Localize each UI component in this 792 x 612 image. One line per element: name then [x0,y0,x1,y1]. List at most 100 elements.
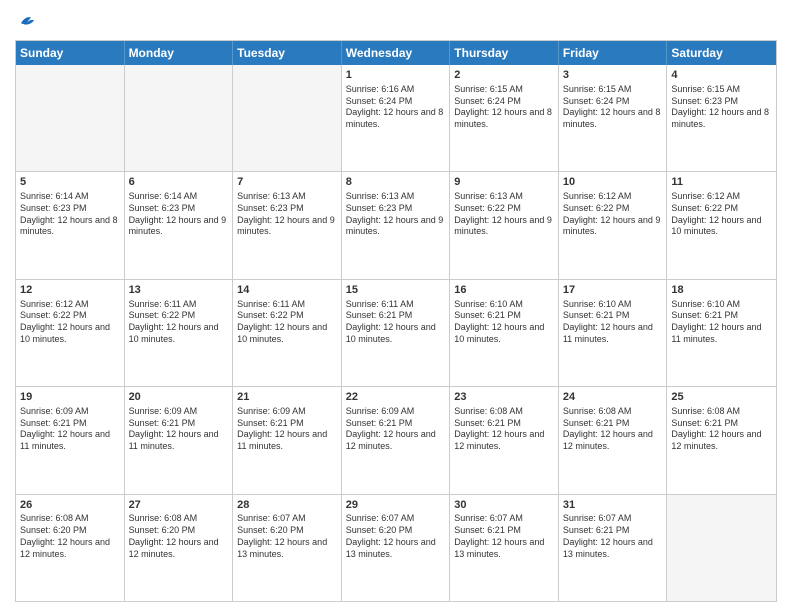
calendar-row: 1Sunrise: 6:16 AMSunset: 6:24 PMDaylight… [16,65,776,171]
day-info: Sunrise: 6:09 AMSunset: 6:21 PMDaylight:… [237,406,337,453]
day-info: Sunrise: 6:10 AMSunset: 6:21 PMDaylight:… [563,299,663,346]
day-info: Sunrise: 6:16 AMSunset: 6:24 PMDaylight:… [346,84,446,131]
day-cell: 18Sunrise: 6:10 AMSunset: 6:21 PMDayligh… [667,280,776,386]
day-info: Sunrise: 6:10 AMSunset: 6:21 PMDaylight:… [671,299,772,346]
day-number: 15 [346,283,446,298]
day-number: 11 [671,175,772,190]
day-cell [667,495,776,601]
day-info: Sunrise: 6:12 AMSunset: 6:22 PMDaylight:… [671,191,772,238]
header [15,10,777,32]
weekday-header: Tuesday [233,41,342,65]
day-number: 17 [563,283,663,298]
day-cell: 23Sunrise: 6:08 AMSunset: 6:21 PMDayligh… [450,387,559,493]
day-cell: 26Sunrise: 6:08 AMSunset: 6:20 PMDayligh… [16,495,125,601]
day-number: 10 [563,175,663,190]
day-number: 13 [129,283,229,298]
day-cell: 2Sunrise: 6:15 AMSunset: 6:24 PMDaylight… [450,65,559,171]
day-cell: 3Sunrise: 6:15 AMSunset: 6:24 PMDaylight… [559,65,668,171]
day-cell: 17Sunrise: 6:10 AMSunset: 6:21 PMDayligh… [559,280,668,386]
day-number: 6 [129,175,229,190]
day-number: 24 [563,390,663,405]
day-number: 4 [671,68,772,83]
day-number: 19 [20,390,120,405]
day-cell: 12Sunrise: 6:12 AMSunset: 6:22 PMDayligh… [16,280,125,386]
day-cell: 5Sunrise: 6:14 AMSunset: 6:23 PMDaylight… [16,172,125,278]
calendar-header: SundayMondayTuesdayWednesdayThursdayFrid… [16,41,776,65]
day-number: 29 [346,498,446,513]
day-info: Sunrise: 6:07 AMSunset: 6:21 PMDaylight:… [563,513,663,560]
day-cell: 4Sunrise: 6:15 AMSunset: 6:23 PMDaylight… [667,65,776,171]
day-cell: 11Sunrise: 6:12 AMSunset: 6:22 PMDayligh… [667,172,776,278]
day-cell: 20Sunrise: 6:09 AMSunset: 6:21 PMDayligh… [125,387,234,493]
day-info: Sunrise: 6:07 AMSunset: 6:20 PMDaylight:… [346,513,446,560]
day-info: Sunrise: 6:14 AMSunset: 6:23 PMDaylight:… [129,191,229,238]
day-number: 2 [454,68,554,83]
day-number: 26 [20,498,120,513]
day-number: 16 [454,283,554,298]
day-info: Sunrise: 6:15 AMSunset: 6:24 PMDaylight:… [454,84,554,131]
weekday-header: Thursday [450,41,559,65]
day-number: 1 [346,68,446,83]
day-cell: 28Sunrise: 6:07 AMSunset: 6:20 PMDayligh… [233,495,342,601]
day-number: 9 [454,175,554,190]
weekday-header: Friday [559,41,668,65]
day-info: Sunrise: 6:08 AMSunset: 6:20 PMDaylight:… [129,513,229,560]
day-number: 14 [237,283,337,298]
day-info: Sunrise: 6:08 AMSunset: 6:21 PMDaylight:… [454,406,554,453]
day-info: Sunrise: 6:13 AMSunset: 6:23 PMDaylight:… [346,191,446,238]
weekday-header: Saturday [667,41,776,65]
calendar-row: 12Sunrise: 6:12 AMSunset: 6:22 PMDayligh… [16,279,776,386]
calendar: SundayMondayTuesdayWednesdayThursdayFrid… [15,40,777,602]
weekday-header: Wednesday [342,41,451,65]
day-info: Sunrise: 6:12 AMSunset: 6:22 PMDaylight:… [20,299,120,346]
day-info: Sunrise: 6:14 AMSunset: 6:23 PMDaylight:… [20,191,120,238]
day-number: 20 [129,390,229,405]
day-info: Sunrise: 6:08 AMSunset: 6:20 PMDaylight:… [20,513,120,560]
day-info: Sunrise: 6:08 AMSunset: 6:21 PMDaylight:… [671,406,772,453]
day-info: Sunrise: 6:13 AMSunset: 6:23 PMDaylight:… [237,191,337,238]
day-cell [233,65,342,171]
day-number: 21 [237,390,337,405]
day-cell: 8Sunrise: 6:13 AMSunset: 6:23 PMDaylight… [342,172,451,278]
day-info: Sunrise: 6:10 AMSunset: 6:21 PMDaylight:… [454,299,554,346]
day-info: Sunrise: 6:13 AMSunset: 6:22 PMDaylight:… [454,191,554,238]
day-cell: 19Sunrise: 6:09 AMSunset: 6:21 PMDayligh… [16,387,125,493]
day-number: 7 [237,175,337,190]
day-number: 30 [454,498,554,513]
day-info: Sunrise: 6:11 AMSunset: 6:21 PMDaylight:… [346,299,446,346]
day-number: 18 [671,283,772,298]
logo-icon [15,10,37,32]
day-info: Sunrise: 6:09 AMSunset: 6:21 PMDaylight:… [346,406,446,453]
day-number: 23 [454,390,554,405]
day-cell: 22Sunrise: 6:09 AMSunset: 6:21 PMDayligh… [342,387,451,493]
day-info: Sunrise: 6:08 AMSunset: 6:21 PMDaylight:… [563,406,663,453]
day-cell: 1Sunrise: 6:16 AMSunset: 6:24 PMDaylight… [342,65,451,171]
day-info: Sunrise: 6:15 AMSunset: 6:24 PMDaylight:… [563,84,663,131]
day-number: 27 [129,498,229,513]
day-cell: 25Sunrise: 6:08 AMSunset: 6:21 PMDayligh… [667,387,776,493]
day-number: 8 [346,175,446,190]
day-number: 31 [563,498,663,513]
day-cell: 30Sunrise: 6:07 AMSunset: 6:21 PMDayligh… [450,495,559,601]
day-number: 22 [346,390,446,405]
day-cell: 29Sunrise: 6:07 AMSunset: 6:20 PMDayligh… [342,495,451,601]
day-number: 12 [20,283,120,298]
day-info: Sunrise: 6:07 AMSunset: 6:21 PMDaylight:… [454,513,554,560]
day-number: 5 [20,175,120,190]
day-cell: 7Sunrise: 6:13 AMSunset: 6:23 PMDaylight… [233,172,342,278]
day-cell: 16Sunrise: 6:10 AMSunset: 6:21 PMDayligh… [450,280,559,386]
calendar-row: 5Sunrise: 6:14 AMSunset: 6:23 PMDaylight… [16,171,776,278]
day-info: Sunrise: 6:07 AMSunset: 6:20 PMDaylight:… [237,513,337,560]
day-cell [125,65,234,171]
day-info: Sunrise: 6:15 AMSunset: 6:23 PMDaylight:… [671,84,772,131]
calendar-row: 19 Sunrise: 6:09 AMSunset: 6:21 PMDayligh… [16,386,776,493]
day-cell: 6Sunrise: 6:14 AMSunset: 6:23 PMDaylight… [125,172,234,278]
day-cell: 13Sunrise: 6:11 AMSunset: 6:22 PMDayligh… [125,280,234,386]
day-info: Sunrise: 6:09 AMSunset: 6:21 PMDaylight:… [129,406,229,453]
weekday-header: Sunday [16,41,125,65]
day-cell: 31Sunrise: 6:07 AMSunset: 6:21 PMDayligh… [559,495,668,601]
day-info: Sunrise: 6:11 AMSunset: 6:22 PMDaylight:… [237,299,337,346]
day-number: 3 [563,68,663,83]
day-cell: 24Sunrise: 6:08 AMSunset: 6:21 PMDayligh… [559,387,668,493]
day-cell: 27Sunrise: 6:08 AMSunset: 6:20 PMDayligh… [125,495,234,601]
